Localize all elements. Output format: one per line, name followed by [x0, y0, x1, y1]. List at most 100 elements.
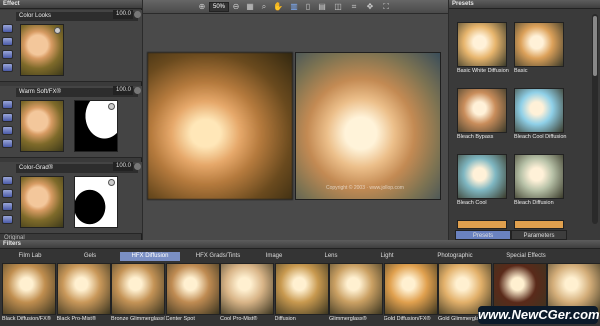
filter-tab[interactable]: Film Lab [10, 252, 50, 261]
filter-item[interactable]: Black Diffusion/FX® [2, 263, 56, 324]
layer-close-icon[interactable] [134, 11, 141, 18]
preset-item[interactable]: Bleach Cool Diffusion [514, 88, 567, 142]
viewer-toolbar: ⊕ 50% ⊖ ▦ ⌕ ✋ ▥ ▯ ▤ ◫ ⌗ ✥ ⛶ [143, 0, 448, 14]
layers-icon[interactable] [2, 113, 13, 122]
filter-item[interactable]: Diffusion [274, 263, 329, 324]
effect-layer-2[interactable]: Warm Soft/FX® 100.0 [0, 86, 142, 158]
filter-tab[interactable]: HFX Diffusion [120, 252, 180, 261]
preset-scrollbar[interactable] [592, 14, 598, 224]
filter-label: Cool Pro-Mist® [220, 316, 258, 322]
preset-label: Bleach Diffusion [514, 200, 554, 206]
layers-icon[interactable] [2, 37, 13, 46]
preset-label: Basic White Diffusion [457, 68, 509, 74]
filter-item[interactable]: Glimmerglass® [329, 263, 383, 324]
layer-mask-thumbnail[interactable] [74, 176, 118, 228]
zoom-in-icon[interactable]: ⊕ [197, 2, 207, 12]
filter-item[interactable]: Black Pro-Mist® [56, 263, 111, 324]
filter-label: Bronze Glimmerglass® [111, 316, 165, 322]
filter-thumbnail[interactable] [165, 263, 220, 315]
effect-layer-3[interactable]: Color-Grad® 100.0 [0, 162, 142, 234]
effect-header: Effect [0, 0, 142, 9]
layers-icon[interactable] [2, 189, 13, 198]
magnifier-icon[interactable]: ⌕ [259, 2, 269, 12]
layer-close-icon[interactable] [134, 87, 141, 94]
filter-tab[interactable]: HFX Grads/Tints [186, 252, 250, 261]
filter-thumbnail[interactable] [383, 263, 438, 315]
layer-opacity-input[interactable]: 100.0 [113, 162, 133, 171]
before-image[interactable] [147, 52, 293, 200]
tab-presets[interactable]: Presets [455, 230, 511, 240]
presets-panel: Presets Basic White Diffusion Basic Bleach… [449, 0, 600, 240]
layer-thumbnail[interactable] [20, 24, 64, 76]
lightning-icon[interactable] [2, 202, 13, 211]
fit-icon[interactable]: ▦ [245, 2, 255, 12]
copyright-text: Copyright © 2003 · www.jollop.com [326, 185, 404, 191]
filter-label: Glimmerglass® [329, 316, 367, 322]
compare-icon[interactable]: ◫ [333, 2, 343, 12]
film-icon[interactable] [2, 215, 13, 224]
preset-thumbnail[interactable] [514, 22, 564, 67]
full-screen-icon[interactable]: ⛶ [381, 2, 391, 12]
filter-tab[interactable]: Light [360, 252, 414, 261]
filter-thumbnail[interactable] [111, 263, 165, 315]
filter-tab[interactable]: Lens [306, 252, 356, 261]
lightning-icon[interactable] [2, 126, 13, 135]
badge-icon [54, 27, 61, 34]
layer-thumbnail[interactable] [20, 176, 64, 228]
preset-thumbnail[interactable] [457, 220, 507, 229]
single-view-icon[interactable]: ▯ [303, 2, 313, 12]
preset-label: Bleach Cool Diffusion [514, 134, 567, 140]
tab-parameters[interactable]: Parameters [511, 230, 567, 240]
filter-tab[interactable]: Gels [66, 252, 114, 261]
film-icon[interactable] [2, 139, 13, 148]
filter-item[interactable]: Bronze Glimmerglass® [111, 263, 165, 324]
preset-item[interactable]: Bleach Bypass [457, 88, 507, 142]
filter-tab[interactable]: Image [254, 252, 294, 261]
monitor-icon[interactable] [2, 24, 13, 33]
after-image[interactable]: Copyright © 2003 · www.jollop.com [295, 52, 441, 200]
effect-layer-1[interactable]: Color Looks 100.0 [0, 10, 142, 82]
layer-thumbnail[interactable] [20, 100, 64, 152]
filter-tab[interactable]: Photographic [424, 252, 486, 261]
layer-opacity-input[interactable]: 100.0 [113, 10, 133, 19]
zoom-out-icon[interactable]: ⊖ [231, 2, 241, 12]
scrollbar-thumb[interactable] [593, 16, 597, 76]
split-view-icon[interactable]: ▥ [289, 2, 299, 12]
preset-item[interactable]: Basic [514, 22, 564, 76]
preset-thumbnail[interactable] [514, 88, 564, 133]
filter-thumbnail[interactable] [274, 263, 329, 315]
filter-item[interactable]: Gold Diffusion/FX® [383, 263, 438, 324]
layer-close-icon[interactable] [134, 163, 141, 170]
effect-panel: Effect Color Looks 100.0 Warm Soft/FX® 1… [0, 0, 142, 241]
preset-item[interactable]: Bleach Diffusion [514, 154, 564, 208]
preset-thumbnail[interactable] [514, 154, 564, 199]
preset-thumbnail[interactable] [457, 22, 507, 67]
preset-thumbnail[interactable] [457, 88, 507, 133]
filter-thumbnail[interactable] [220, 263, 274, 315]
filter-thumbnail[interactable] [329, 263, 383, 315]
lightning-icon[interactable] [2, 50, 13, 59]
monitor-icon[interactable] [2, 100, 13, 109]
preset-item[interactable]: Basic White Diffusion [457, 22, 509, 76]
monitor-icon[interactable] [2, 176, 13, 185]
layer-tools [2, 176, 14, 228]
filter-item[interactable]: Center Spot [165, 263, 220, 324]
filter-label: Gold Diffusion/FX® [383, 316, 431, 322]
preset-item[interactable]: Bleach Cool [457, 154, 507, 208]
stacked-view-icon[interactable]: ▤ [317, 2, 327, 12]
layer-mask-thumbnail[interactable] [74, 100, 118, 152]
pan-icon[interactable]: ✋ [273, 2, 283, 12]
film-icon[interactable] [2, 63, 13, 72]
filter-tab[interactable]: Special Effects [490, 252, 562, 261]
filter-thumbnail[interactable] [2, 263, 56, 315]
crop-icon[interactable]: ⌗ [349, 2, 359, 12]
preset-thumbnail[interactable] [514, 220, 564, 229]
filter-thumbnail[interactable] [56, 263, 111, 315]
layer-opacity-input[interactable]: 100.0 [113, 86, 133, 95]
zoom-level[interactable]: 50% [209, 2, 229, 12]
filter-item[interactable]: Cool Pro-Mist® [220, 263, 274, 324]
preset-thumbnail[interactable] [457, 154, 507, 199]
move-icon[interactable]: ✥ [365, 2, 375, 12]
filter-label: Center Spot [165, 316, 195, 322]
preset-label: Basic [514, 68, 528, 74]
